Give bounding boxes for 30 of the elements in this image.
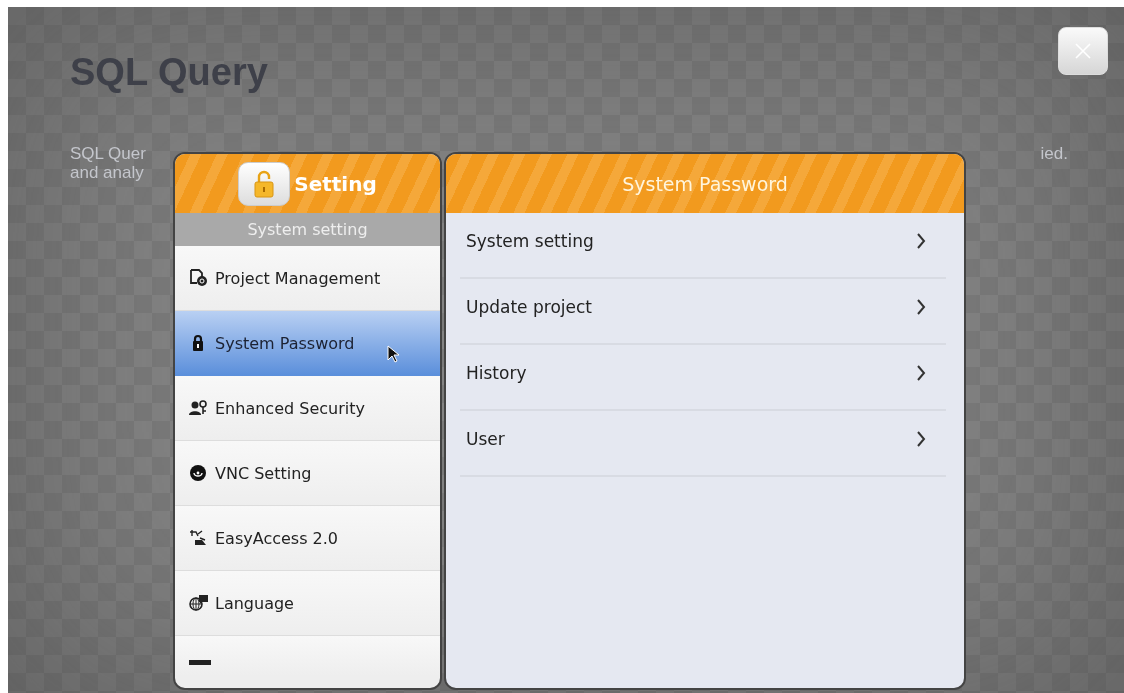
background-text: ied. [1040, 144, 1068, 165]
background-text: SQL Quer [70, 144, 146, 163]
globe-chat-icon [189, 593, 209, 613]
menu-row[interactable]: System setting [460, 213, 946, 279]
project-file-icon [189, 268, 209, 288]
menu-row[interactable]: Update project [460, 279, 946, 345]
background-text: and analy [70, 163, 145, 182]
close-icon [1074, 42, 1092, 60]
sidebar-item[interactable]: Language [175, 571, 440, 636]
sidebar-item[interactable]: Enhanced Security [175, 376, 440, 441]
section-header: System setting [175, 213, 440, 246]
sidebar-item[interactable]: VNC Setting [175, 441, 440, 506]
menu-row[interactable]: History [460, 345, 946, 411]
sidebar-item[interactable]: EasyAccess 2.0 [175, 506, 440, 571]
eye-icon [189, 463, 209, 483]
close-button[interactable] [1058, 27, 1108, 75]
sidebar-item[interactable]: System Password [175, 311, 440, 376]
panel-title: System Password [622, 172, 788, 195]
background-title: SQL Query [70, 51, 268, 94]
sidebar-item[interactable]: Project Management [175, 246, 440, 311]
sidebar-title: Setting [294, 171, 377, 196]
chevron-right-icon [916, 364, 926, 382]
padlock-icon [254, 169, 275, 198]
chevron-right-icon [916, 232, 926, 250]
chevron-right-icon [916, 430, 926, 448]
unlock-button[interactable] [238, 161, 291, 206]
menu-row[interactable]: User [460, 411, 946, 477]
mouse-cursor-icon [387, 345, 399, 363]
chevron-right-icon [916, 298, 926, 316]
users-icon [189, 398, 209, 418]
